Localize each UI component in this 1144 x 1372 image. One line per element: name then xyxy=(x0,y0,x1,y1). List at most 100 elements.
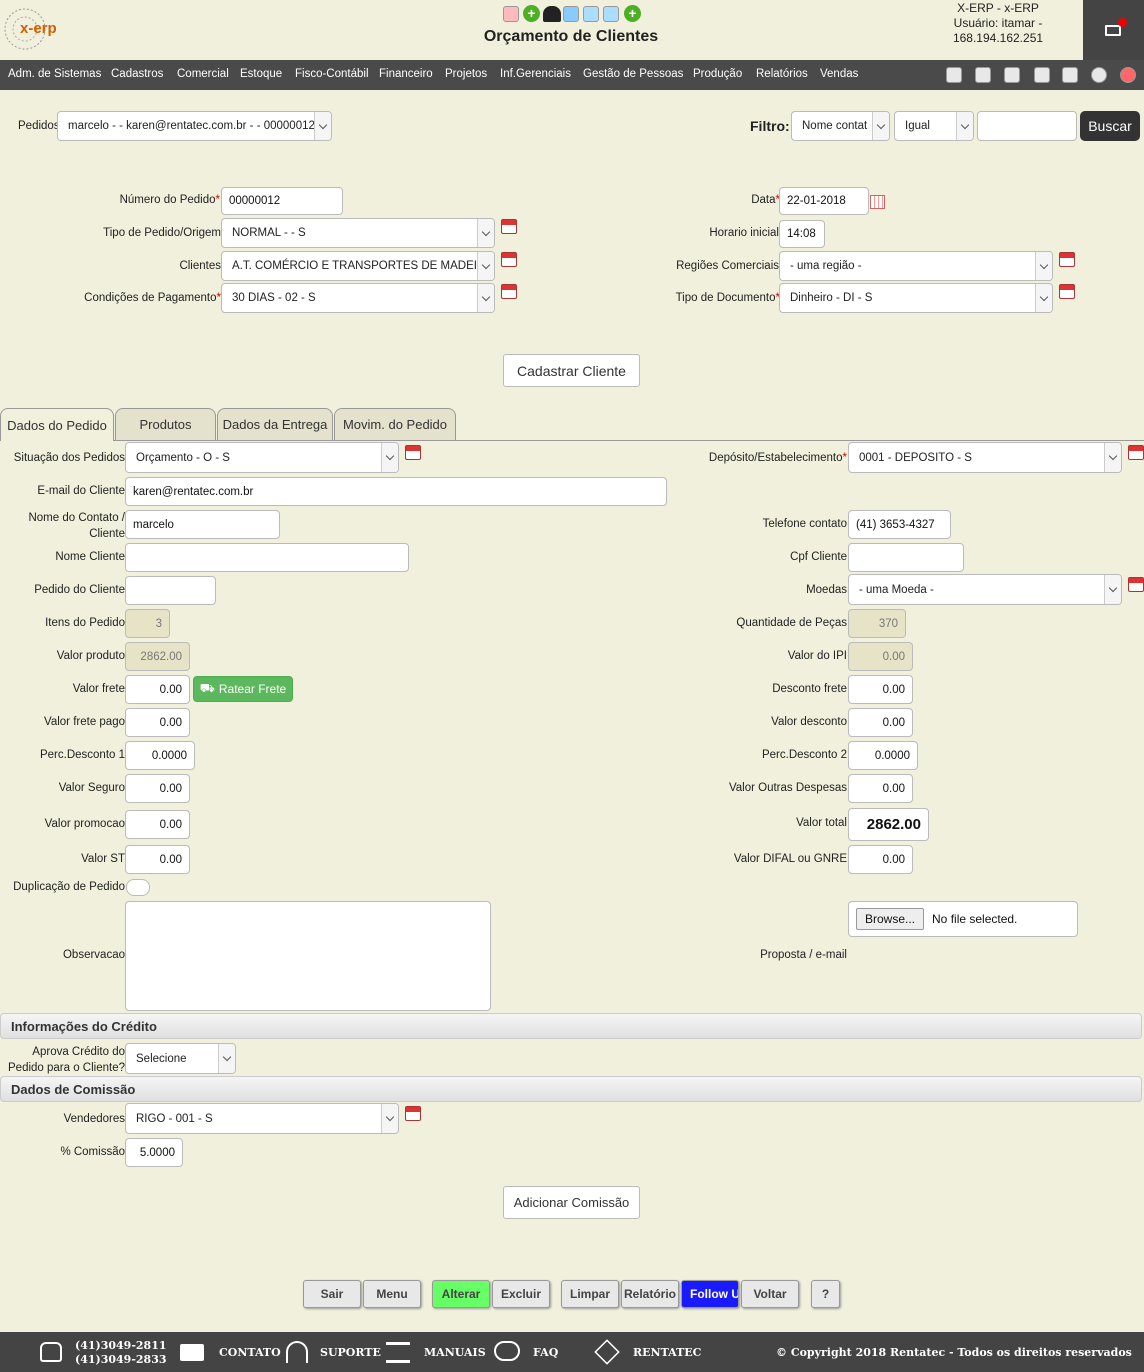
nome-input[interactable] xyxy=(125,543,409,572)
duplicacao-toggle[interactable] xyxy=(126,879,150,896)
add2-icon[interactable]: + xyxy=(624,5,641,22)
pedidos-select[interactable]: marcelo - - karen@rentatec.com.br - - 00… xyxy=(57,111,332,141)
deposito-select[interactable]: 0001 - DEPOSITO - S xyxy=(848,442,1122,473)
credito-section-header[interactable]: Informações do Crédito xyxy=(0,1013,1142,1039)
menu-comercial[interactable]: Comercial xyxy=(177,68,229,80)
contato-link[interactable]: CONTATO xyxy=(219,1346,281,1359)
calendar-icon[interactable] xyxy=(405,445,421,460)
menu-button[interactable]: Menu xyxy=(363,1280,421,1308)
excluir-button[interactable]: Excluir xyxy=(492,1280,550,1308)
calendar-icon[interactable] xyxy=(1059,284,1075,299)
menu-infgerenciais[interactable]: Inf.Gerenciais xyxy=(500,68,571,80)
contato-input[interactable]: marcelo xyxy=(125,510,280,539)
vendedores-select[interactable]: RIGO - 001 - S xyxy=(125,1103,399,1134)
calendar-icon[interactable] xyxy=(405,1106,421,1121)
clientes-select[interactable]: A.T. COMÉRCIO E TRANSPORTES DE MADEIRAS … xyxy=(221,251,495,281)
regioes-select[interactable]: - uma região - xyxy=(779,251,1053,281)
frete-input[interactable]: 0.00 xyxy=(125,675,190,704)
logo[interactable]: x-erp xyxy=(2,6,64,54)
menu-adm[interactable]: Adm. de Sistemas xyxy=(8,68,101,80)
moedas-select[interactable]: - uma Moeda - xyxy=(848,574,1122,605)
mail-button[interactable] xyxy=(1083,0,1144,60)
menu-estoque[interactable]: Estoque xyxy=(240,68,282,80)
filtro-op-select[interactable]: Igual xyxy=(894,111,974,141)
help-button[interactable]: ? xyxy=(811,1280,840,1308)
outras-input[interactable]: 0.00 xyxy=(848,774,913,803)
perc-comissao-input[interactable]: 5.0000 xyxy=(125,1138,183,1167)
filtro-input[interactable] xyxy=(977,111,1077,141)
report-icon[interactable] xyxy=(503,6,519,22)
card-icon[interactable] xyxy=(583,6,599,22)
sair-button[interactable]: Sair xyxy=(303,1280,361,1308)
faq-icon[interactable] xyxy=(494,1341,520,1361)
menu-gestao[interactable]: Gestão de Pessoas xyxy=(583,68,683,80)
page-icon[interactable] xyxy=(1062,67,1078,83)
envelope-icon[interactable] xyxy=(180,1344,204,1361)
calendar-icon[interactable] xyxy=(1128,577,1144,592)
difal-input[interactable]: 0.00 xyxy=(848,845,913,874)
power-icon[interactable] xyxy=(1120,67,1136,83)
headset-icon[interactable] xyxy=(286,1341,308,1363)
manuais-link[interactable]: MANUAIS xyxy=(424,1346,486,1359)
cadastrar-cliente-button[interactable]: Cadastrar Cliente xyxy=(503,354,640,387)
calendar-icon[interactable] xyxy=(1128,445,1144,460)
desc-frete-input[interactable]: 0.00 xyxy=(848,675,913,704)
books-icon[interactable] xyxy=(386,1342,410,1363)
data-input[interactable]: 22-01-2018 xyxy=(779,187,869,215)
perc2-input[interactable]: 0.0000 xyxy=(848,741,918,770)
st-input[interactable]: 0.00 xyxy=(125,845,190,874)
numero-input[interactable]: 00000012 xyxy=(221,187,343,215)
aprova-select[interactable]: Selecione xyxy=(125,1043,236,1074)
calendar-icon[interactable] xyxy=(501,219,517,234)
screen-icon[interactable] xyxy=(563,6,579,22)
pedido-cliente-input[interactable] xyxy=(125,576,216,605)
observacao-textarea[interactable] xyxy=(125,901,491,1011)
rentatec-link[interactable]: RENTATEC xyxy=(633,1346,701,1359)
menu-relatorios[interactable]: Relatórios xyxy=(756,68,808,80)
limpar-button[interactable]: Limpar xyxy=(561,1280,619,1308)
tab-produtos[interactable]: Produtos xyxy=(115,408,216,440)
voltar-button[interactable]: Voltar xyxy=(741,1280,799,1308)
filtro-field-select[interactable]: Nome contat xyxy=(791,111,890,141)
tab-dados-pedido[interactable]: Dados do Pedido xyxy=(0,408,114,441)
promocao-input[interactable]: 0.00 xyxy=(125,810,190,839)
help-icon[interactable] xyxy=(1091,67,1107,83)
horario-input[interactable]: 14:08 xyxy=(779,220,825,248)
users-icon[interactable] xyxy=(543,6,561,22)
calendar-icon[interactable] xyxy=(501,252,517,267)
calendar-icon[interactable] xyxy=(501,284,517,299)
add-icon[interactable]: + xyxy=(523,5,540,22)
calendar-icon[interactable] xyxy=(1059,252,1075,267)
tab-dados-entrega[interactable]: Dados da Entrega xyxy=(217,408,333,440)
perc1-input[interactable]: 0.0000 xyxy=(125,741,195,770)
recycle-icon[interactable] xyxy=(1004,67,1020,83)
telefone-input[interactable]: (41) 3653-4327 xyxy=(848,510,951,539)
tipo-select[interactable]: NORMAL - - S xyxy=(221,218,495,248)
faq-link[interactable]: FAQ xyxy=(533,1346,558,1359)
browse-button[interactable]: Browse... xyxy=(856,908,925,930)
menu-vendas[interactable]: Vendas xyxy=(820,68,858,80)
menu-cadastros[interactable]: Cadastros xyxy=(111,68,163,80)
menu-fisco[interactable]: Fisco-Contábil xyxy=(295,68,369,80)
buscar-button[interactable]: Buscar xyxy=(1080,111,1140,141)
email-input[interactable]: karen@rentatec.com.br xyxy=(125,477,667,506)
date-picker-icon[interactable] xyxy=(870,195,885,209)
menu-producao[interactable]: Produção xyxy=(693,68,742,80)
frete-pago-input[interactable]: 0.00 xyxy=(125,708,190,737)
cpf-input[interactable] xyxy=(848,543,964,572)
valor-desconto-input[interactable]: 0.00 xyxy=(848,708,913,737)
follow-up-button[interactable]: Follow Up xyxy=(681,1280,739,1308)
file-input[interactable]: Browse... No file selected. xyxy=(848,901,1078,937)
relatorio-button[interactable]: Relatório xyxy=(621,1280,679,1308)
ratear-frete-button[interactable]: ⛟ Ratear Frete xyxy=(193,676,293,702)
suporte-link[interactable]: SUPORTE xyxy=(320,1346,381,1359)
condicoes-select[interactable]: 30 DIAS - 02 - S xyxy=(221,283,495,313)
home-icon[interactable] xyxy=(946,67,962,83)
doc-icon[interactable] xyxy=(1034,67,1050,83)
rentatec-logo-icon[interactable] xyxy=(594,1339,620,1365)
adicionar-comissao-button[interactable]: Adicionar Comissão xyxy=(503,1186,640,1219)
tab-movim-pedido[interactable]: Movim. do Pedido xyxy=(334,408,456,440)
seguro-input[interactable]: 0.00 xyxy=(125,774,190,803)
comissao-section-header[interactable]: Dados de Comissão xyxy=(0,1076,1142,1102)
alterar-button[interactable]: Alterar xyxy=(432,1280,490,1308)
